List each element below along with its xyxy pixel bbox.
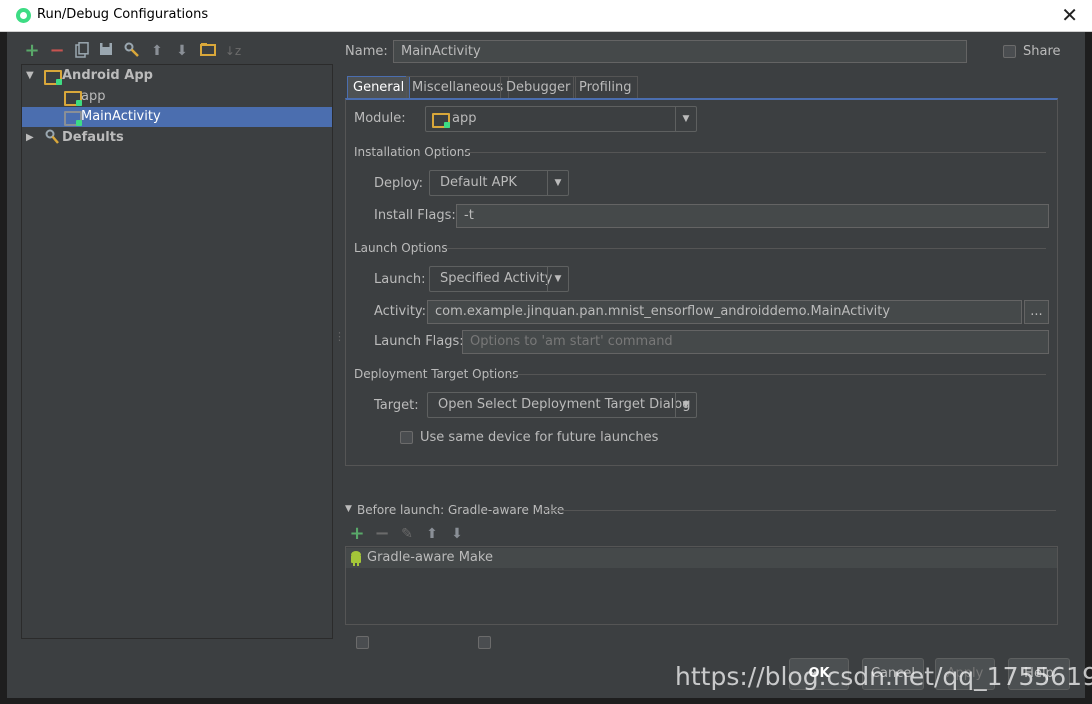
- launch-flags-field[interactable]: Options to 'am start' command: [462, 330, 1049, 354]
- copy-icon[interactable]: [73, 42, 91, 60]
- android-studio-icon: [16, 8, 31, 23]
- android-app-folder-icon: [44, 70, 62, 85]
- show-page-checkbox[interactable]: [356, 636, 369, 649]
- chevron-down-icon: ▼: [547, 171, 568, 195]
- move-up-icon[interactable]: ⬆: [148, 42, 166, 60]
- tree-item-android-app[interactable]: ▼ Android App: [22, 66, 332, 86]
- module-folder-icon: [64, 91, 82, 106]
- deployment-target-title: Deployment Target Options: [354, 367, 519, 381]
- close-icon[interactable]: ✕: [1061, 3, 1078, 27]
- tab-general[interactable]: General: [347, 76, 411, 99]
- module-label: Module:: [354, 111, 406, 126]
- remove-icon[interactable]: −: [48, 42, 66, 60]
- save-icon[interactable]: [97, 42, 115, 60]
- divider: [544, 510, 1056, 511]
- target-value: Open Select Deployment Target Dialog: [438, 397, 691, 412]
- name-field[interactable]: MainActivity: [393, 40, 967, 63]
- move-down-icon[interactable]: ⬇: [448, 525, 466, 543]
- same-device-label: Use same device for future launches: [420, 430, 659, 445]
- module-value: app: [452, 111, 477, 126]
- installation-options-title: Installation Options: [354, 145, 471, 159]
- launch-combo[interactable]: Specified Activity ▼: [429, 266, 569, 292]
- divider: [465, 152, 1046, 153]
- list-item-label: Gradle-aware Make: [367, 550, 493, 565]
- same-device-checkbox[interactable]: [400, 431, 413, 444]
- activity-field[interactable]: com.example.jinquan.pan.mnist_ensorflow_…: [427, 300, 1022, 324]
- before-launch-list: Gradle-aware Make: [345, 546, 1058, 625]
- expand-arrow-icon[interactable]: ▼: [26, 66, 34, 86]
- collapse-arrow-icon[interactable]: ▶: [26, 128, 34, 148]
- tree-item-label: MainActivity: [81, 109, 161, 124]
- share-label: Share: [1023, 44, 1061, 59]
- wrench-icon[interactable]: [123, 42, 141, 60]
- before-launch-title: Before launch: Gradle-aware Make: [357, 503, 565, 517]
- tree-item-label: Android App: [62, 68, 153, 83]
- launch-value: Specified Activity: [440, 271, 553, 286]
- deploy-value: Default APK: [440, 175, 517, 190]
- edit-icon[interactable]: ✎: [398, 525, 416, 543]
- tab-profiling[interactable]: Profiling: [573, 76, 638, 99]
- tree-item-defaults[interactable]: ▶ Defaults: [22, 128, 332, 148]
- watermark: https://blog.csdn.net/qq_17556191: [675, 662, 1092, 691]
- share-checkbox[interactable]: [1003, 45, 1016, 58]
- list-item[interactable]: Gradle-aware Make: [346, 548, 1057, 568]
- move-down-icon[interactable]: ⬇: [173, 42, 191, 60]
- add-icon[interactable]: +: [348, 525, 366, 543]
- tree-item-mainactivity[interactable]: MainActivity: [22, 107, 332, 127]
- add-icon[interactable]: +: [23, 42, 41, 60]
- launch-flags-label: Launch Flags:: [374, 334, 464, 349]
- chevron-down-icon: ▼: [547, 267, 568, 291]
- folder-icon[interactable]: [199, 42, 217, 60]
- move-up-icon[interactable]: ⬆: [423, 525, 441, 543]
- install-flags-label: Install Flags:: [374, 208, 456, 223]
- window-titlebar: Run/Debug Configurations ✕: [0, 0, 1092, 32]
- target-label: Target:: [374, 398, 419, 413]
- chevron-down-icon: ▼: [675, 107, 696, 131]
- splitter-handle[interactable]: ⋮: [334, 330, 345, 343]
- tree-item-label: Defaults: [62, 130, 124, 145]
- window-title: Run/Debug Configurations: [37, 7, 209, 22]
- launch-options-title: Launch Options: [354, 241, 448, 255]
- activity-folder-icon: [64, 111, 82, 126]
- install-flags-field[interactable]: -t: [456, 204, 1049, 228]
- sort-icon[interactable]: ↓z: [224, 42, 242, 60]
- name-label: Name:: [345, 44, 388, 59]
- tree-item-app[interactable]: app: [22, 87, 332, 107]
- module-combo[interactable]: app ▼: [425, 106, 697, 132]
- tab-debugger[interactable]: Debugger: [500, 76, 577, 99]
- browse-activity-button[interactable]: ...: [1024, 300, 1049, 324]
- divider: [508, 374, 1046, 375]
- target-combo[interactable]: Open Select Deployment Target Dialog ▼: [427, 392, 697, 418]
- activate-window-checkbox[interactable]: [478, 636, 491, 649]
- android-icon: [349, 550, 363, 570]
- tab-miscellaneous[interactable]: Miscellaneous: [406, 76, 510, 99]
- chevron-down-icon: ▼: [675, 393, 696, 417]
- activity-label: Activity:: [374, 304, 427, 319]
- deploy-label: Deploy:: [374, 176, 423, 191]
- wrench-icon: [44, 128, 60, 153]
- collapse-arrow-icon[interactable]: ▼: [345, 504, 352, 514]
- tree-item-label: app: [81, 89, 106, 104]
- divider: [446, 248, 1046, 249]
- launch-label: Launch:: [374, 272, 426, 287]
- config-tree: ▼ Android App app MainActivity ▶ Default…: [21, 64, 333, 639]
- deploy-combo[interactable]: Default APK ▼: [429, 170, 569, 196]
- module-folder-icon: [432, 113, 450, 128]
- remove-icon[interactable]: −: [373, 525, 391, 543]
